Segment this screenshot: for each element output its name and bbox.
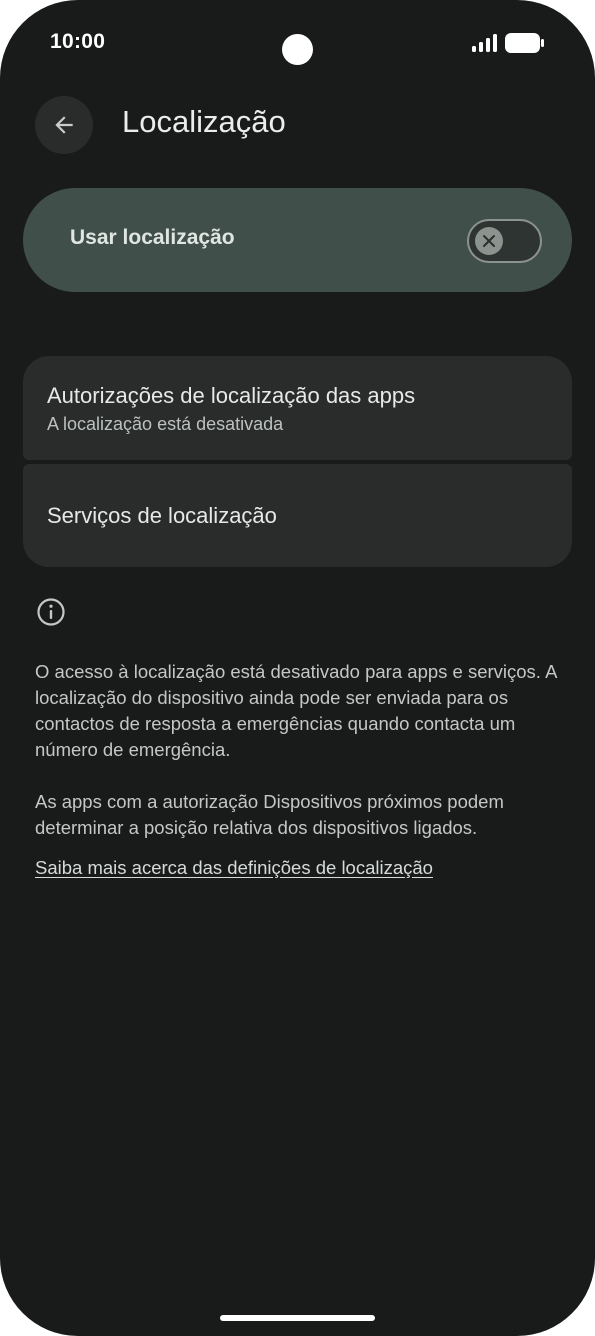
status-time: 10:00	[50, 30, 106, 53]
use-location-switch-row[interactable]: Usar localização	[23, 188, 572, 292]
battery-icon	[505, 33, 544, 53]
location-disabled-info-text: O acesso à localização está desativado p…	[35, 661, 557, 760]
signal-icon	[472, 34, 497, 52]
back-button[interactable]	[35, 96, 93, 154]
arrow-back-icon	[55, 116, 73, 134]
phone-screen: 10:00 Localização Usar localização Autor…	[0, 0, 595, 1336]
page-title: Localização	[122, 104, 286, 139]
location-services-item[interactable]: Serviços de localização	[23, 464, 572, 567]
close-icon	[483, 235, 495, 247]
gesture-navigation-handle[interactable]	[220, 1315, 375, 1321]
app-location-permissions-subtitle: A localização está desativada	[47, 414, 284, 434]
front-camera-cutout	[282, 34, 313, 65]
location-services-title: Serviços de localização	[47, 503, 277, 528]
app-location-permissions-title: Autorizações de localização das apps	[47, 383, 416, 408]
status-bar: 10:00	[0, 0, 595, 90]
toggle-thumb	[475, 227, 503, 255]
info-icon	[37, 598, 65, 626]
app-bar: Localização	[0, 96, 595, 156]
use-location-label: Usar localização	[70, 226, 235, 249]
learn-more-link[interactable]: Saiba mais acerca das definições de loca…	[35, 857, 433, 879]
use-location-toggle[interactable]	[467, 219, 542, 263]
app-location-permissions-item[interactable]: Autorizações de localização das apps A l…	[23, 356, 572, 460]
nearby-devices-info-text: As apps com a autorização Dispositivos p…	[35, 791, 504, 838]
